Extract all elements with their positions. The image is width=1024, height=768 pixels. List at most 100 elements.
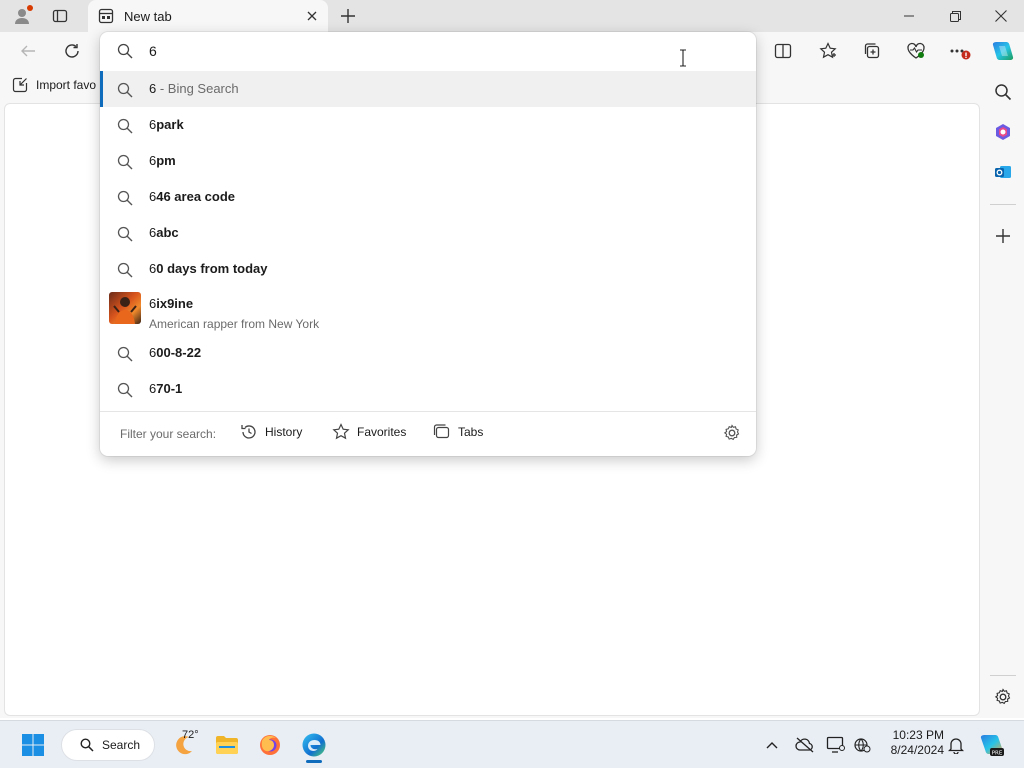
monitor-icon xyxy=(826,736,845,753)
search-icon xyxy=(995,84,1012,101)
edge-icon xyxy=(302,733,326,757)
text-cursor-icon xyxy=(680,49,686,67)
bell-icon xyxy=(948,738,964,754)
tab-actions-button[interactable] xyxy=(50,6,70,26)
system-clock[interactable]: 10:23 PM 8/24/2024 xyxy=(880,728,944,758)
filter-favorites-button[interactable]: Favorites xyxy=(332,423,406,441)
onedrive-button[interactable] xyxy=(794,729,816,761)
restore-button[interactable] xyxy=(932,0,978,32)
vertical-tabs-icon xyxy=(52,9,68,23)
sidebar-microsoft365-button[interactable] xyxy=(991,120,1015,144)
settings-and-more-button[interactable] xyxy=(948,40,972,62)
refresh-button[interactable] xyxy=(60,40,84,62)
search-icon xyxy=(117,346,133,362)
search-settings-button[interactable] xyxy=(723,424,741,445)
suggestion-text: 6park xyxy=(149,117,184,132)
suggestion-item[interactable]: 670-1 xyxy=(100,371,756,407)
copilot-pre-icon: PRE xyxy=(980,735,1004,756)
close-window-button[interactable] xyxy=(978,0,1024,32)
address-bar-dropdown: 6 6 - Bing Search 6park 6pm 646 area cod… xyxy=(100,32,756,456)
split-screen-button[interactable] xyxy=(771,40,795,62)
entity-thumbnail xyxy=(109,292,141,324)
suggestion-text: 6abc xyxy=(149,225,179,240)
taskbar-search-label: Search xyxy=(102,738,141,752)
minimize-icon xyxy=(904,15,914,17)
restore-icon xyxy=(949,10,961,22)
suggestion-text: 6ix9ine xyxy=(149,296,194,311)
profile-notification-dot xyxy=(27,5,33,11)
address-bar-input[interactable]: 6 xyxy=(149,43,157,59)
clock-date: 8/24/2024 xyxy=(890,743,944,757)
sidebar-outlook-button[interactable] xyxy=(991,160,1015,184)
suggestion-text: 670-1 xyxy=(149,381,183,396)
network-button[interactable] xyxy=(851,729,873,761)
tab-new-tab[interactable]: New tab xyxy=(88,0,328,32)
history-icon xyxy=(241,425,256,439)
tab-close-button[interactable] xyxy=(304,8,320,24)
notifications-button[interactable] xyxy=(946,729,966,761)
suggestion-item[interactable]: 6abc xyxy=(100,215,756,251)
microsoft365-icon xyxy=(996,124,1010,140)
collections-icon xyxy=(864,43,880,59)
suggestion-bing-search[interactable]: 6 - Bing Search xyxy=(100,71,756,107)
browser-essentials-button[interactable] xyxy=(904,40,928,62)
filter-history-label: History xyxy=(265,425,303,439)
filter-favorites-label: Favorites xyxy=(357,425,407,439)
back-button[interactable] xyxy=(16,40,40,62)
import-favorites-button[interactable]: Import favo xyxy=(12,77,96,93)
suggestion-item[interactable]: 6pm xyxy=(100,143,756,179)
new-tab-page-icon xyxy=(98,8,114,24)
search-icon xyxy=(117,118,133,134)
sidebar-search-button[interactable] xyxy=(991,80,1015,104)
search-icon xyxy=(117,382,133,398)
filter-history-button[interactable]: History xyxy=(240,423,302,441)
back-arrow-icon xyxy=(21,45,35,57)
network-globe-icon xyxy=(854,738,871,753)
gear-icon xyxy=(994,688,1011,705)
filter-tabs-button[interactable]: Tabs xyxy=(433,423,483,441)
search-icon xyxy=(80,738,94,752)
import-icon xyxy=(12,77,28,93)
copilot-taskbar-button[interactable]: PRE xyxy=(978,729,1006,761)
suggestion-text: 6 - Bing Search xyxy=(149,81,239,96)
suggestion-entity-item[interactable]: 6ix9ine American rapper from New York xyxy=(100,289,756,333)
cloud-offline-icon xyxy=(795,737,814,753)
suggestion-text: 600-8-22 xyxy=(149,345,202,360)
address-bar[interactable]: 6 xyxy=(100,32,756,70)
sidebar-add-button[interactable] xyxy=(991,224,1015,248)
entity-description: American rapper from New York xyxy=(149,317,320,331)
firefox-button[interactable] xyxy=(257,729,283,761)
clock-time: 10:23 PM xyxy=(892,728,944,742)
suggestion-item[interactable]: 60 days from today xyxy=(100,251,756,287)
edge-taskbar-button[interactable] xyxy=(301,729,327,761)
favorites-button[interactable] xyxy=(816,40,840,62)
search-icon xyxy=(117,226,133,242)
gear-icon xyxy=(723,424,740,441)
show-hidden-icons-button[interactable] xyxy=(763,729,781,761)
weather-temperature: 72° xyxy=(182,729,199,741)
favorites-star-icon xyxy=(819,42,837,59)
search-icon xyxy=(117,154,133,170)
suggestion-item[interactable]: 6park xyxy=(100,107,756,143)
search-icon xyxy=(117,43,133,59)
close-icon xyxy=(307,11,317,21)
heart-pulse-icon xyxy=(907,42,925,59)
search-filter-bar: Filter your search: History Favorites Ta… xyxy=(100,411,756,456)
collections-button[interactable] xyxy=(860,40,884,62)
suggestion-item[interactable]: 646 area code xyxy=(100,179,756,215)
copilot-button[interactable] xyxy=(990,38,1016,64)
file-explorer-button[interactable] xyxy=(214,729,240,761)
suggestion-item[interactable]: 600-8-22 xyxy=(100,335,756,371)
minimize-button[interactable] xyxy=(886,0,932,32)
display-button[interactable] xyxy=(825,729,847,761)
active-app-indicator xyxy=(306,760,322,763)
more-dots-icon xyxy=(950,49,971,60)
taskbar-search-box[interactable]: Search xyxy=(61,729,155,761)
new-tab-button[interactable] xyxy=(338,6,358,26)
outlook-icon xyxy=(995,166,1011,178)
plus-icon xyxy=(996,229,1010,243)
start-button[interactable] xyxy=(18,729,48,761)
sidebar-settings-button[interactable] xyxy=(991,685,1015,709)
refresh-icon xyxy=(65,44,79,58)
filter-label: Filter your search: xyxy=(120,427,217,441)
